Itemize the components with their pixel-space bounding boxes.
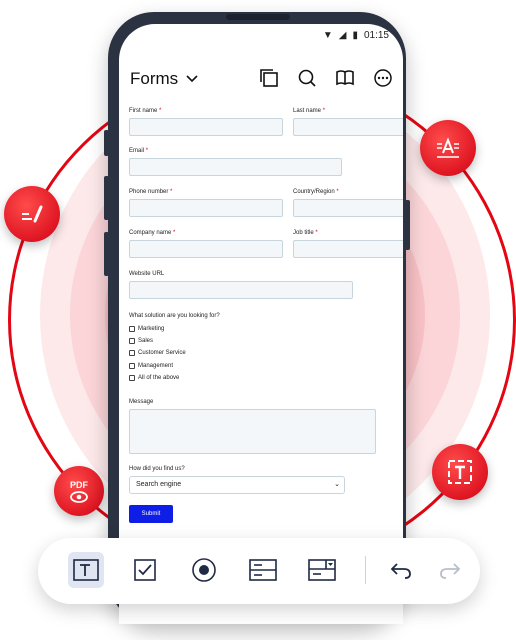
message-field[interactable] — [129, 409, 376, 454]
company-label: Company name * — [129, 230, 176, 236]
list-box-icon — [249, 559, 277, 581]
pdf-label: PDF — [70, 479, 88, 490]
form-tools-toolbar — [38, 538, 480, 604]
checkbox-icon — [134, 559, 156, 581]
find-us-value: Search engine — [136, 481, 182, 488]
option-label: Customer Service — [138, 350, 186, 356]
last-name-label: Last name * — [293, 108, 326, 114]
all-checkbox[interactable] — [129, 375, 135, 381]
text-style-badge — [420, 120, 476, 176]
pen-icon — [22, 205, 43, 223]
customer-service-checkbox[interactable] — [129, 350, 135, 356]
text-frame-badge — [432, 444, 488, 500]
company-field[interactable] — [129, 240, 283, 258]
book-icon[interactable] — [335, 68, 355, 88]
dropdown-icon — [308, 559, 336, 581]
management-checkbox[interactable] — [129, 363, 135, 369]
status-time: 01:15 — [363, 30, 389, 41]
list-box-tool[interactable] — [245, 552, 281, 588]
phone-side-button — [405, 200, 410, 250]
marketing-checkbox[interactable] — [129, 326, 135, 332]
website-field[interactable] — [129, 281, 353, 299]
search-icon[interactable] — [297, 68, 317, 88]
app-header: Forms — [119, 54, 403, 104]
edit-badge — [4, 186, 60, 242]
phone-side-button — [104, 130, 109, 156]
job-title-label: Job title * — [293, 230, 318, 236]
redo-icon — [440, 563, 461, 579]
sales-checkbox[interactable] — [129, 338, 135, 344]
chevron-down-icon: ⌄ — [334, 481, 340, 488]
phone-side-button — [104, 232, 109, 276]
job-title-field[interactable] — [293, 240, 403, 258]
website-label: Website URL — [129, 271, 165, 277]
text-field-tool[interactable] — [68, 552, 104, 588]
forms-menu[interactable]: Forms — [130, 69, 198, 89]
option-label: Sales — [138, 338, 154, 344]
radio-button-tool[interactable] — [186, 552, 222, 588]
undo-button[interactable] — [383, 552, 419, 588]
phone-side-button — [104, 176, 109, 220]
phone-screen: ▼ ◢ ▮ 01:15 Forms First name * Last name… — [119, 24, 403, 624]
battery-icon: ▮ — [352, 30, 358, 41]
radio-button-icon — [192, 558, 216, 582]
eye-icon — [70, 490, 88, 503]
phone-notch — [226, 14, 290, 20]
message-label: Message — [129, 399, 154, 405]
dropdown-tool[interactable] — [304, 552, 340, 588]
chevron-down-icon — [186, 75, 198, 83]
signal-icon: ◢ — [338, 30, 347, 41]
first-name-label: First name * — [129, 108, 162, 114]
pdf-badge: PDF — [54, 466, 104, 516]
phone-field[interactable] — [129, 199, 283, 217]
email-label: Email * — [129, 148, 149, 154]
solution-label: What solution are you looking for? — [129, 313, 220, 319]
option-label: Marketing — [138, 326, 165, 332]
option-label: All of the above — [138, 375, 180, 381]
find-us-select[interactable]: Search engine ⌄ — [129, 476, 345, 494]
status-bar: ▼ ◢ ▮ 01:15 — [323, 30, 389, 41]
page-title: Forms — [130, 69, 179, 88]
toolbar-divider — [365, 556, 366, 584]
country-label: Country/Region * — [293, 189, 339, 195]
text-a-icon — [437, 137, 459, 158]
phone-label: Phone number * — [129, 189, 173, 195]
last-name-field[interactable] — [293, 118, 403, 136]
checkbox-tool[interactable] — [127, 552, 163, 588]
header-actions — [259, 68, 393, 88]
email-field[interactable] — [129, 158, 342, 176]
submit-button[interactable]: Submit — [129, 505, 173, 523]
text-frame-icon — [448, 460, 472, 484]
wifi-icon: ▼ — [322, 30, 333, 41]
text-field-icon — [73, 559, 99, 581]
redo-button[interactable] — [432, 552, 468, 588]
first-name-field[interactable] — [129, 118, 283, 136]
option-label: Management — [138, 363, 174, 369]
undo-icon — [390, 563, 411, 579]
pages-icon[interactable] — [259, 68, 279, 88]
find-us-label: How did you find us? — [129, 466, 185, 472]
country-field[interactable] — [293, 199, 403, 217]
more-icon[interactable] — [373, 68, 393, 88]
